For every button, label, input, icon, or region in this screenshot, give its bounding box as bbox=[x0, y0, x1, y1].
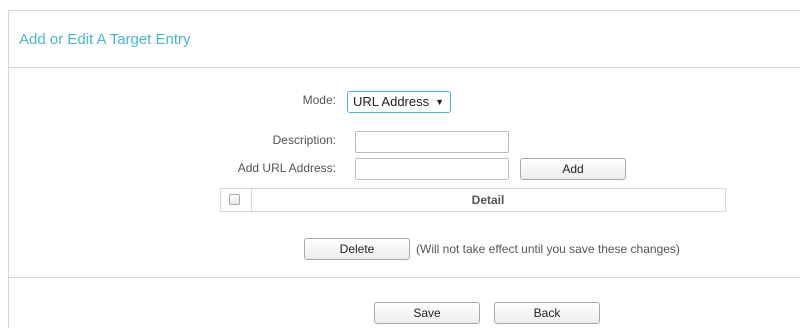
title-divider bbox=[9, 67, 800, 68]
detail-column-header: Detail bbox=[471, 193, 505, 207]
footer-divider bbox=[9, 277, 800, 278]
mode-label: Mode: bbox=[302, 93, 336, 107]
description-input[interactable] bbox=[355, 131, 509, 153]
delete-button[interactable]: Delete bbox=[304, 238, 410, 260]
add-button[interactable]: Add bbox=[520, 158, 626, 180]
url-address-label: Add URL Address: bbox=[237, 161, 336, 175]
select-all-cell bbox=[221, 189, 252, 211]
url-address-input[interactable] bbox=[355, 158, 509, 180]
delete-note: (Will not take effect until you save the… bbox=[416, 242, 680, 256]
mode-select[interactable]: URL Address ▼ bbox=[347, 91, 451, 113]
mode-select-value: URL Address bbox=[353, 94, 430, 109]
panel-title: Add or Edit A Target Entry bbox=[19, 31, 191, 48]
url-table: Detail bbox=[220, 188, 726, 212]
caret-down-icon: ▼ bbox=[435, 97, 444, 107]
select-all-checkbox[interactable] bbox=[229, 194, 240, 205]
description-label: Description: bbox=[272, 133, 336, 147]
save-button[interactable]: Save bbox=[374, 302, 480, 324]
back-button[interactable]: Back bbox=[494, 302, 600, 324]
